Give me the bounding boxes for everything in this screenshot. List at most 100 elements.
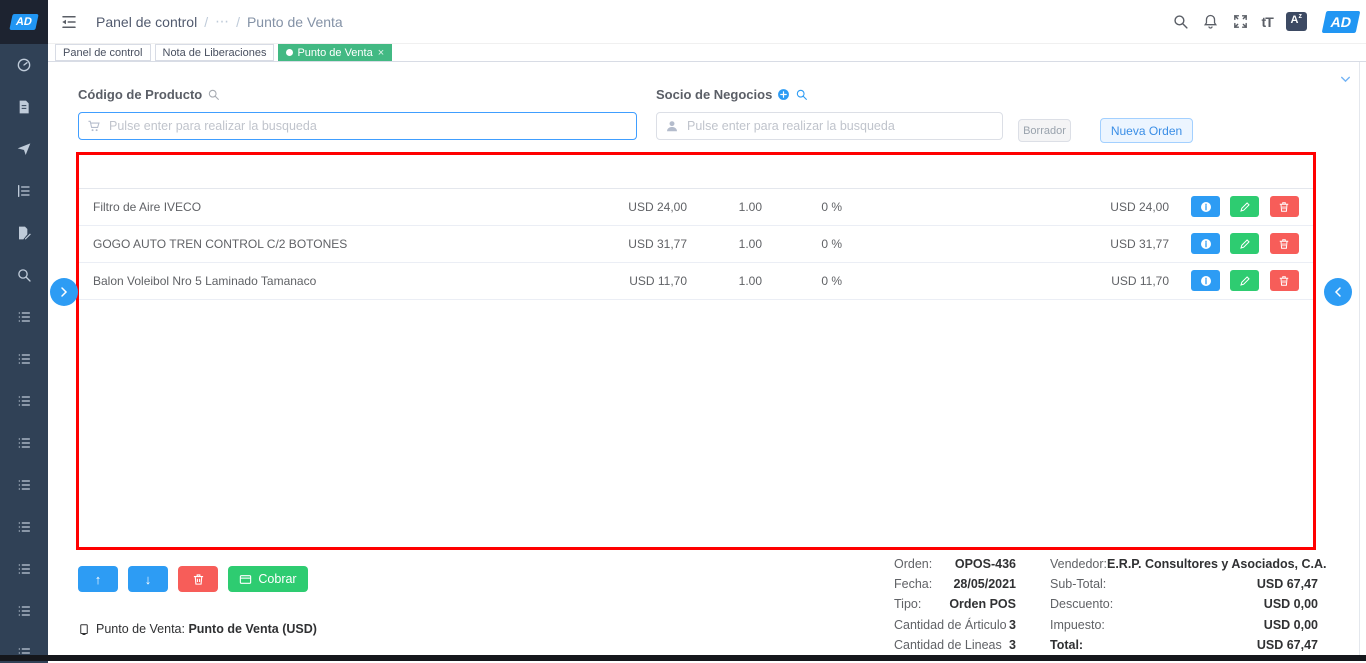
tab-panel-de-control[interactable]: Panel de control × xyxy=(55,44,151,61)
sidebar-icon xyxy=(16,477,32,493)
row-edit-button[interactable] xyxy=(1230,233,1259,254)
breadcrumb: Panel de control / ⋯ / Punto de Venta xyxy=(96,13,343,30)
table-row[interactable]: Filtro de Aire IVECO USD 24,00 1.00 0 % … xyxy=(79,188,1313,225)
cell-options xyxy=(1183,188,1313,225)
breadcrumb-separator: / xyxy=(204,14,208,30)
sidebar-item-window-list[interactable] xyxy=(0,464,48,506)
table-row[interactable]: Balon Voleibol Nro 5 Laminado Tamanaco U… xyxy=(79,262,1313,299)
cell-price: USD 31,77 xyxy=(366,225,701,262)
sidebar-icon xyxy=(16,393,32,409)
text-size-icon[interactable]: tT xyxy=(1262,14,1273,30)
row-info-button[interactable] xyxy=(1191,196,1220,217)
chevron-left-icon xyxy=(1332,286,1344,298)
cell-options xyxy=(1183,225,1313,262)
move-up-button[interactable]: ↑ xyxy=(78,566,118,592)
brand-logo-icon: AD xyxy=(9,14,38,30)
sidebar-menu xyxy=(0,44,48,663)
avatar[interactable]: AD xyxy=(1321,11,1360,33)
table-row[interactable]: GOGO AUTO TREN CONTROL C/2 BOTONES USD 3… xyxy=(79,225,1313,262)
order-lines-highlight-region: Filtro de Aire IVECO USD 24,00 1.00 0 % … xyxy=(76,152,1316,550)
sidebar-item-window-list[interactable] xyxy=(0,380,48,422)
close-icon[interactable]: × xyxy=(378,47,384,59)
sidebar-item-send[interactable] xyxy=(0,128,48,170)
partner-search-icon[interactable] xyxy=(795,88,808,101)
summary-row-descuento: Descuento: USD 0,00 xyxy=(1050,594,1318,614)
summary-row-tipo: Tipo: Orden POS xyxy=(894,594,1016,614)
fullscreen-icon[interactable] xyxy=(1232,13,1249,30)
card-icon xyxy=(239,573,252,586)
breadcrumb-home-link[interactable]: Panel de control xyxy=(96,14,197,30)
breadcrumb-current: Punto de Venta xyxy=(247,14,343,30)
sidebar-item-window-list[interactable] xyxy=(0,506,48,548)
expand-left-panel-button[interactable] xyxy=(50,278,78,306)
sidebar-collapse-icon[interactable] xyxy=(60,13,78,31)
tab-nota-de-liberaciones[interactable]: Nota de Liberaciones × xyxy=(155,44,275,61)
draft-button[interactable]: Borrador xyxy=(1018,119,1071,142)
order-summary-left: Orden: OPOS-436 Fecha: 28/05/2021 Tipo: … xyxy=(894,554,1016,655)
delete-line-button[interactable] xyxy=(178,566,218,592)
sidebar-icon xyxy=(16,561,32,577)
business-partner-field-wrap xyxy=(656,112,1003,140)
sidebar-item-search[interactable] xyxy=(0,254,48,296)
summary-row-impuesto: Impuesto: USD 0,00 xyxy=(1050,615,1318,635)
language-icon[interactable]: Az xyxy=(1286,12,1307,31)
summary-row-orden: Orden: OPOS-436 xyxy=(894,554,1016,574)
row-delete-button[interactable] xyxy=(1270,233,1299,254)
sidebar-icon xyxy=(16,141,32,157)
sidebar-item-document-edit[interactable] xyxy=(0,212,48,254)
row-delete-button[interactable] xyxy=(1270,196,1299,217)
cell-total: USD 11,70 xyxy=(856,262,1183,299)
tab-label: Nota de Liberaciones xyxy=(163,47,267,59)
add-partner-icon[interactable] xyxy=(777,88,790,101)
row-edit-button[interactable] xyxy=(1230,196,1259,217)
row-delete-button[interactable] xyxy=(1270,270,1299,291)
app-logo[interactable]: AD xyxy=(0,0,48,44)
product-code-field-wrap xyxy=(78,112,637,140)
collect-button[interactable]: Cobrar xyxy=(228,566,308,592)
sidebar-icon xyxy=(16,435,32,451)
sidebar-icon xyxy=(16,225,32,241)
cart-icon xyxy=(87,119,101,133)
new-order-button[interactable]: Nueva Orden xyxy=(1100,118,1193,143)
cell-product: GOGO AUTO TREN CONTROL C/2 BOTONES xyxy=(79,225,366,262)
topbar-actions: tT Az AD xyxy=(1172,11,1366,33)
cell-quantity: 1.00 xyxy=(701,225,776,262)
sidebar-icon xyxy=(16,603,32,619)
sidebar-item-window-list[interactable] xyxy=(0,590,48,632)
cell-price: USD 11,70 xyxy=(366,262,701,299)
breadcrumb-ellipsis[interactable]: ⋯ xyxy=(215,13,229,30)
pos-terminal-info: Punto de Venta: Punto de Venta (USD) xyxy=(78,622,317,636)
product-code-label: Código de Producto xyxy=(78,87,220,102)
summary-row-total: Total: USD 67,47 xyxy=(1050,635,1318,655)
sidebar-item-window-list[interactable] xyxy=(0,548,48,590)
sidebar-item-window-list[interactable] xyxy=(0,338,48,380)
cell-total: USD 24,00 xyxy=(856,188,1183,225)
summary-row-cantidad-de-lineas: Cantidad de Lineas 3 xyxy=(894,635,1016,655)
row-info-button[interactable] xyxy=(1191,233,1220,254)
move-down-button[interactable]: ↓ xyxy=(128,566,168,592)
product-search-icon[interactable] xyxy=(207,88,220,101)
sidebar-item-window-list[interactable] xyxy=(0,296,48,338)
sidebar-item-window-list[interactable] xyxy=(0,422,48,464)
sidebar-icon xyxy=(16,183,32,199)
info-icon xyxy=(1200,201,1212,213)
row-edit-button[interactable] xyxy=(1230,270,1259,291)
business-partner-input[interactable] xyxy=(656,112,1003,140)
sidebar-icon xyxy=(16,57,32,73)
panel-collapse-chevron-down-icon[interactable] xyxy=(1338,73,1353,91)
product-code-input[interactable] xyxy=(78,112,637,140)
expand-right-panel-button[interactable] xyxy=(1324,278,1352,306)
sidebar-item-document[interactable] xyxy=(0,86,48,128)
pos-application: AD xyxy=(0,0,1366,663)
row-info-button[interactable] xyxy=(1191,270,1220,291)
tags-view-bar: Panel de control × Nota de Liberaciones … xyxy=(48,44,1366,62)
notifications-bell-icon[interactable] xyxy=(1202,13,1219,30)
tab-punto-de-venta[interactable]: Punto de Venta × xyxy=(278,44,392,61)
summary-row-sub-total: Sub-Total: USD 67,47 xyxy=(1050,574,1318,594)
info-icon xyxy=(1200,275,1212,287)
sidebar-item-dashboard[interactable] xyxy=(0,44,48,86)
pos-terminal-icon xyxy=(78,623,90,636)
trash-icon xyxy=(192,573,205,586)
sidebar-item-tree[interactable] xyxy=(0,170,48,212)
search-icon[interactable] xyxy=(1172,13,1189,30)
